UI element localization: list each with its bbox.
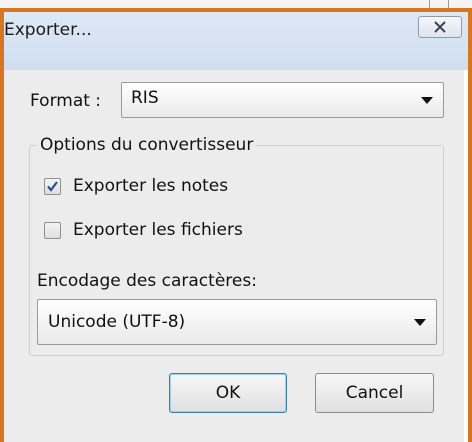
encoding-select[interactable]: Unicode (UTF-8) <box>37 299 437 345</box>
converter-options-legend: Options du convertisseur <box>37 135 257 155</box>
export-notes-label[interactable]: Exporter les notes <box>73 176 228 196</box>
format-label: Format : <box>30 91 102 111</box>
format-select[interactable]: RIS <box>121 82 444 118</box>
strip-divider <box>448 0 449 8</box>
chevron-down-icon <box>414 319 426 326</box>
strip-divider <box>429 0 430 8</box>
format-select-value: RIS <box>131 88 159 108</box>
chevron-down-icon <box>421 97 433 104</box>
cancel-button[interactable]: Cancel <box>315 373 434 413</box>
export-files-checkbox[interactable] <box>44 222 61 239</box>
close-icon <box>434 21 446 33</box>
close-button[interactable] <box>418 16 462 38</box>
export-files-label[interactable]: Exporter les fichiers <box>73 220 243 240</box>
dialog-title: Exporter... <box>4 20 92 40</box>
checkmark-icon <box>47 181 58 192</box>
export-notes-checkbox[interactable] <box>44 178 61 195</box>
encoding-label: Encodage des caractères: <box>37 271 257 291</box>
encoding-select-value: Unicode (UTF-8) <box>48 312 186 332</box>
ok-button[interactable]: OK <box>169 373 287 413</box>
